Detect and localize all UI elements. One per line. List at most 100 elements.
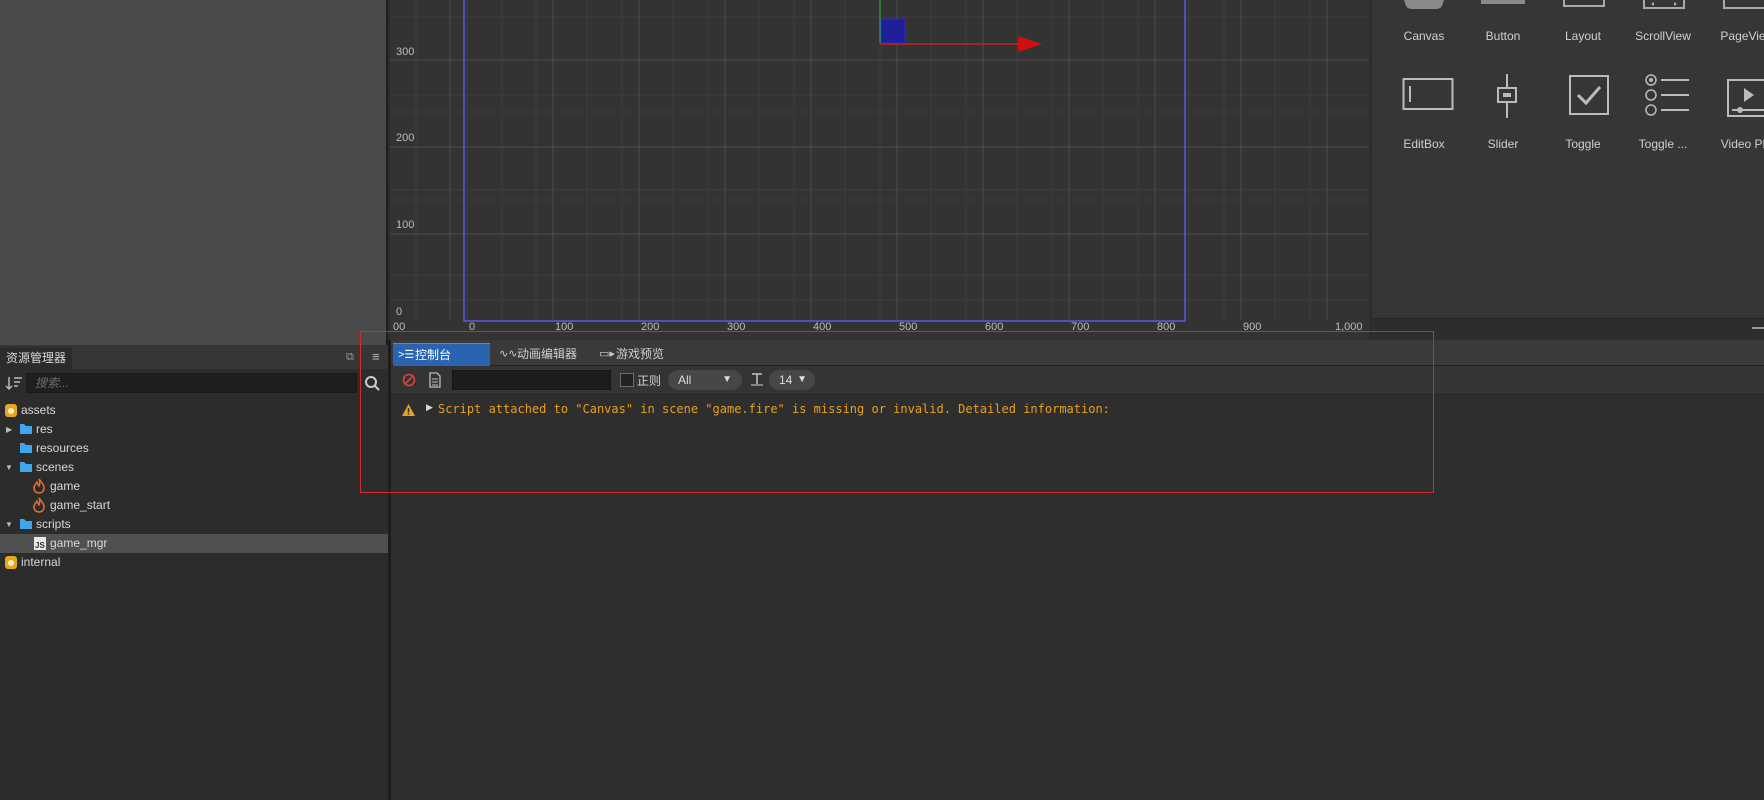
widget-label[interactable]: Video Pl (1703, 137, 1764, 151)
scrollview-widget-icon (1643, 0, 1685, 9)
pageview-widget-icon (1723, 0, 1764, 9)
toggle-widget-icon[interactable] (1568, 74, 1610, 116)
tree-item-label: scripts (36, 517, 71, 531)
y-axis-label: 300 (396, 46, 415, 58)
minimize-icon[interactable] (1752, 327, 1764, 329)
console-toolbar: 正则 All ▼ 14 ▼ (391, 366, 1764, 395)
tree-item-game-mgr[interactable]: JS game_mgr (0, 534, 388, 553)
widget-label[interactable]: Toggle (1543, 137, 1623, 151)
tree-item-scripts[interactable]: ▼ scripts (0, 515, 388, 534)
button-widget-icon (1481, 0, 1525, 4)
collapse-arrow-icon[interactable]: ▼ (5, 458, 13, 477)
tree-item-scenes[interactable]: ▼ scenes (0, 458, 388, 477)
console-panel: >☰ 控制台 ∿∿ 动画编辑器 ▭▸ 游戏预览 正则 All ▼ 14 ▼ ▶ … (391, 340, 1764, 800)
fire-icon (33, 497, 45, 513)
console-tab-bar: >☰ 控制台 ∿∿ 动画编辑器 ▭▸ 游戏预览 (391, 340, 1764, 366)
tree-item-assets[interactable]: assets (0, 401, 388, 420)
svg-text:JS: JS (35, 541, 45, 550)
x-axis-label: 100 (555, 321, 574, 333)
tree-item-label: game (50, 479, 81, 493)
asset-panel-header: 资源管理器 ⧉ ≡ (0, 345, 388, 369)
tree-item-internal[interactable]: internal (0, 553, 388, 572)
animation-icon: ∿∿ (499, 348, 518, 360)
tree-item-label: res (36, 422, 53, 436)
widget-label[interactable]: Button (1463, 29, 1543, 43)
log-filter-input[interactable] (452, 370, 611, 390)
x-axis-label: 900 (1243, 321, 1262, 333)
tab-animation-editor[interactable]: ∿∿ 动画编辑器 (495, 343, 603, 365)
scene-view[interactable]: 300 200 100 0 00 0 100 200 300 400 500 6… (390, 0, 1369, 340)
scene-grid (390, 0, 1369, 322)
widget-library: Canvas Button Layout ScrollView PageVie … (1372, 0, 1764, 340)
log-message: Script attached to "Canvas" in scene "ga… (438, 402, 1110, 416)
asset-manager-tab[interactable]: 资源管理器 (0, 347, 73, 369)
widget-label[interactable]: Slider (1463, 137, 1543, 151)
node-tree-panel (0, 0, 386, 345)
x-axis-label: 300 (727, 321, 746, 333)
open-log-file-icon[interactable] (428, 372, 442, 388)
x-axis-label: 500 (899, 321, 918, 333)
tree-item-label: game_start (50, 498, 111, 512)
panel-divider (386, 0, 388, 345)
folder-icon (20, 443, 32, 453)
canvas-widget-icon (1404, 0, 1444, 9)
y-axis-label: 100 (396, 219, 415, 231)
tree-item-game-start[interactable]: game_start (0, 496, 388, 515)
expand-arrow-icon[interactable]: ▶ (6, 420, 12, 439)
widget-label[interactable]: Canvas (1384, 29, 1464, 43)
tree-item-res[interactable]: ▶ res (0, 420, 388, 439)
folder-icon (20, 519, 32, 529)
video-player-widget-icon[interactable] (1726, 78, 1764, 118)
transform-handle-icon (880, 18, 906, 44)
tree-item-label: game_mgr (50, 536, 108, 550)
widget-label[interactable]: Toggle ... (1623, 137, 1703, 151)
asset-search-input[interactable] (26, 373, 357, 393)
dropdown-arrow-icon: ▼ (797, 374, 807, 385)
tree-item-label: assets (21, 403, 56, 417)
tree-item-resources[interactable]: resources (0, 439, 388, 458)
js-file-icon: JS (34, 537, 46, 550)
editbox-widget-icon[interactable] (1402, 76, 1454, 112)
widget-label[interactable]: PageVie (1703, 29, 1764, 43)
font-size-select[interactable]: 14 ▼ (769, 370, 815, 390)
terminal-icon: >☰ (398, 349, 415, 361)
menu-icon[interactable]: ≡ (372, 349, 380, 364)
sort-icon[interactable] (5, 374, 23, 392)
widget-label[interactable]: EditBox (1384, 137, 1464, 151)
log-level-select[interactable]: All ▼ (668, 370, 742, 390)
tab-label: 控制台 (415, 348, 452, 362)
tab-label: 游戏预览 (616, 347, 665, 361)
tab-label: 动画编辑器 (517, 347, 578, 361)
db-icon (5, 404, 17, 417)
x-axis-label: 00 (393, 321, 406, 333)
toggle-group-widget-icon[interactable] (1645, 74, 1691, 118)
x-axis-label: 600 (985, 321, 1004, 333)
slider-widget-icon[interactable] (1492, 72, 1522, 120)
tab-console[interactable]: >☰ 控制台 (393, 343, 490, 366)
tree-item-label: resources (36, 441, 89, 455)
clear-log-icon[interactable] (401, 372, 417, 388)
regex-checkbox[interactable] (620, 373, 634, 387)
folder-icon (20, 462, 32, 472)
preview-icon: ▭▸ (599, 348, 615, 360)
widget-label[interactable]: ScrollView (1623, 29, 1703, 43)
popout-icon[interactable]: ⧉ (346, 351, 354, 364)
asset-manager-panel: 资源管理器 ⧉ ≡ assets ▶ res resources ▼ scene… (0, 345, 388, 800)
canvas-frame (463, 0, 1186, 322)
warning-icon (402, 404, 415, 416)
x-axis-label: 400 (813, 321, 832, 333)
x-axis-label: 800 (1157, 321, 1176, 333)
y-axis-label: 0 (396, 306, 403, 318)
widget-panel-footer (1372, 318, 1764, 341)
tree-item-game[interactable]: game (0, 477, 388, 496)
expand-arrow-icon[interactable]: ▶ (426, 402, 433, 413)
asset-search-row (0, 371, 388, 395)
regex-label: 正则 (637, 374, 662, 388)
fire-icon (33, 478, 45, 494)
collapse-arrow-icon[interactable]: ▼ (5, 515, 13, 534)
font-size-icon (751, 373, 763, 386)
widget-label[interactable]: Layout (1543, 29, 1623, 43)
tab-game-preview[interactable]: ▭▸ 游戏预览 (594, 343, 686, 365)
db-icon (5, 556, 17, 569)
search-icon[interactable] (362, 374, 382, 392)
